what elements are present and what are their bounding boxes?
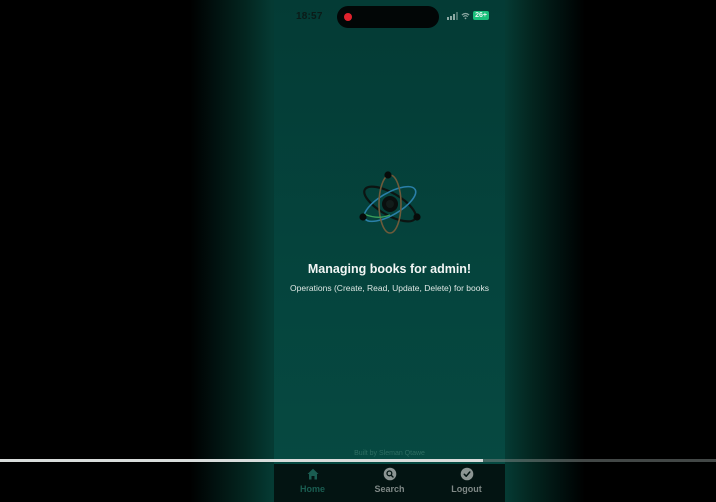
page-subtitle: Operations (Create, Read, Update, Delete…: [290, 283, 489, 293]
battery-indicator: 26+: [473, 11, 489, 20]
tab-bar: Home Search Logout: [274, 464, 505, 502]
home-icon: [307, 468, 318, 480]
status-time: 18:57: [296, 11, 323, 22]
recording-indicator-icon: [344, 13, 352, 21]
wifi-icon: [461, 12, 470, 19]
dynamic-island: [337, 6, 439, 28]
phone-screen: 18:57 26+ Managing books for admin! Oper…: [274, 0, 505, 502]
video-progress-bar[interactable]: [0, 459, 716, 462]
status-bar: 18:57 26+: [274, 0, 505, 34]
tab-logout-label: Logout: [451, 484, 482, 494]
logout-icon: [460, 467, 473, 481]
tab-logout[interactable]: Logout: [437, 467, 497, 494]
cellular-signal-icon: [447, 11, 459, 20]
tab-search-label: Search: [374, 484, 405, 494]
page-title: Managing books for admin!: [307, 262, 472, 276]
react-atom-icon: [359, 171, 421, 234]
tab-home[interactable]: Home: [283, 467, 343, 494]
video-progress-fill: [0, 459, 484, 462]
search-icon: [383, 467, 396, 481]
screen: 18:57 26+ Managing books for admin! Oper…: [0, 0, 716, 502]
status-icons: 26+: [447, 11, 489, 20]
footer-credit: Built by Sleman Qtawe: [354, 450, 425, 457]
tab-search[interactable]: Search: [360, 467, 420, 494]
tab-home-label: Home: [299, 484, 325, 494]
